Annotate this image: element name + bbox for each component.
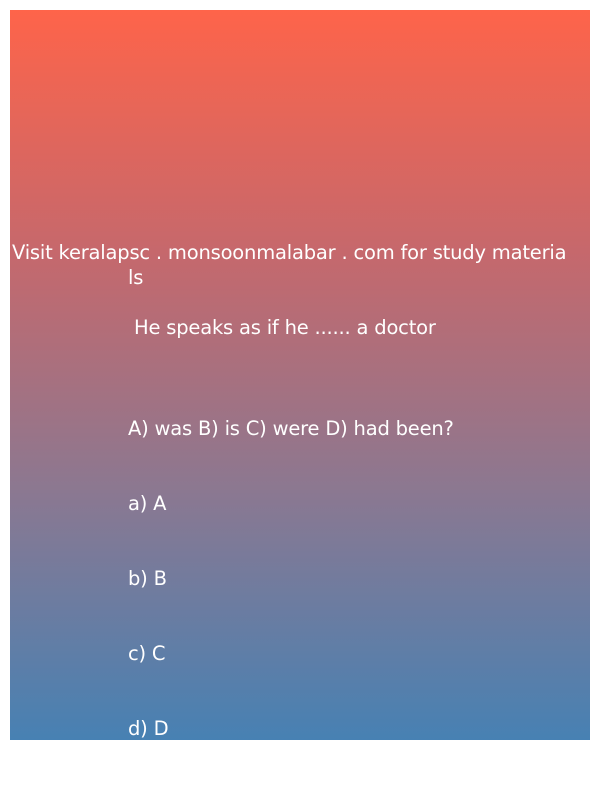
option-d: d) D bbox=[128, 717, 169, 740]
option-a: a) A bbox=[128, 492, 167, 515]
option-c: c) C bbox=[128, 642, 166, 665]
option-b: b) B bbox=[128, 567, 167, 590]
promo-text-line-2: ls bbox=[128, 266, 144, 289]
choices-line: A) was B) is C) were D) had been? bbox=[128, 417, 454, 440]
answer-options: A) was B) is C) were D) had been? a) A b… bbox=[128, 366, 454, 791]
promo-text-line-1: Visit keralapsc . monsoonmalabar . com f… bbox=[12, 241, 567, 264]
question-card: Visit keralapsc . monsoonmalabar . com f… bbox=[10, 10, 590, 740]
question-text: He speaks as if he ...... a doctor bbox=[134, 316, 436, 339]
